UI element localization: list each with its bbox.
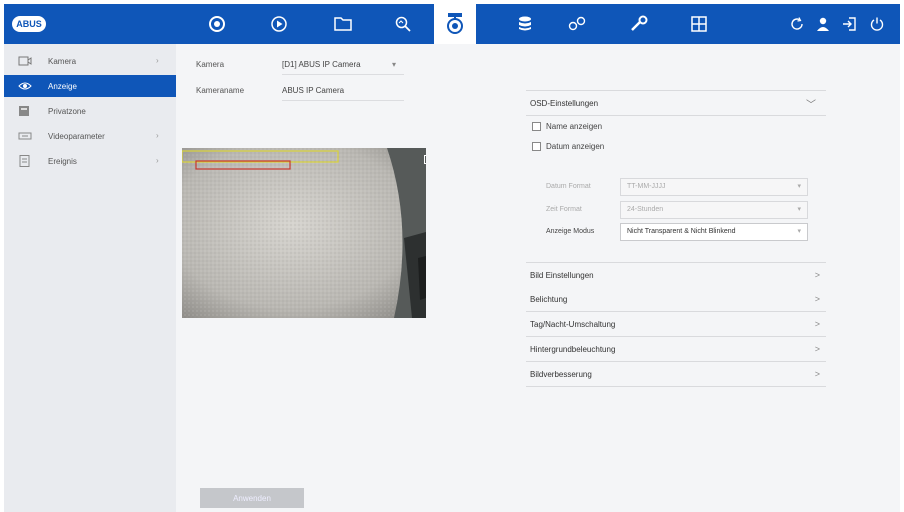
camera-name-label: Kameraname [196, 86, 245, 95]
maintenance-icon[interactable] [618, 4, 660, 44]
section-exposure[interactable]: Belichtung > [526, 287, 826, 312]
time-format-label: Zeit Format [546, 206, 582, 213]
playback-icon[interactable] [258, 4, 300, 44]
sidebar-item-label: Videoparameter [48, 132, 105, 141]
camera-name-input[interactable]: ABUS IP Camera [282, 80, 404, 101]
storage-icon[interactable] [504, 4, 546, 44]
sidebar-item-kamera[interactable]: Kamera › [4, 50, 176, 72]
logout-icon[interactable] [836, 4, 862, 44]
chevron-down-icon: ▾ [797, 228, 801, 235]
time-format-select[interactable]: 24-Stunden ▾ [620, 201, 808, 219]
camera-select-value: [D1] ABUS IP Camera [282, 60, 361, 69]
snapshot-icon[interactable] [424, 154, 426, 164]
chevron-right-icon: › [156, 131, 159, 140]
section-day-night[interactable]: Tag/Nacht-Umschaltung > [526, 312, 826, 337]
sidebar: Kamera › Anzeige Privatzone Videoparamet… [4, 44, 176, 512]
time-format-value: 24-Stunden [627, 206, 664, 213]
chevron-right-icon: › [156, 156, 159, 165]
chevron-right-icon: > [814, 270, 820, 280]
date-format-value: TT-MM-JJJJ [627, 183, 666, 190]
sidebar-item-label: Ereignis [48, 157, 77, 166]
camera-icon [18, 56, 32, 66]
chevron-right-icon: › [156, 56, 159, 65]
chevron-down-icon: ▾ [797, 206, 801, 213]
chevron-right-icon: > [814, 344, 820, 354]
section-label: Belichtung [530, 295, 568, 304]
privacy-zone-icon [19, 106, 29, 116]
section-backlight[interactable]: Hintergrundbeleuchtung > [526, 337, 826, 362]
camera-select[interactable]: [D1] ABUS IP Camera ▾ [282, 54, 404, 75]
chevron-right-icon: > [814, 294, 820, 304]
sidebar-item-label: Kamera [48, 57, 77, 66]
system-settings-icon[interactable] [556, 4, 598, 44]
show-name-label: Name anzeigen [546, 122, 603, 131]
section-label: Tag/Nacht-Umschaltung [530, 320, 616, 329]
camera-label: Kamera [196, 60, 225, 69]
video-params-icon [18, 132, 32, 140]
sidebar-item-videoparameter[interactable]: Videoparameter › [4, 125, 176, 147]
eye-icon [18, 82, 32, 90]
camera-settings-icon[interactable] [196, 4, 238, 44]
chevron-down-icon: ▾ [797, 183, 801, 190]
display-mode-label: Anzeige Modus [546, 228, 595, 235]
power-icon[interactable] [862, 4, 892, 44]
apply-button[interactable]: Anwenden [200, 488, 304, 508]
date-format-label: Datum Format [546, 183, 591, 190]
event-icon [19, 155, 30, 167]
sidebar-item-label: Privatzone [48, 107, 86, 116]
show-name-checkbox[interactable] [532, 122, 541, 131]
refresh-icon[interactable] [784, 4, 810, 44]
chevron-down-icon: ﹀ [806, 100, 816, 111]
search-icon[interactable] [382, 4, 424, 44]
section-label: Hintergrundbeleuchtung [530, 345, 616, 354]
sidebar-item-label: Anzeige [48, 82, 77, 91]
section-image-enhancement[interactable]: Bildverbesserung > [526, 362, 826, 387]
show-date-label: Datum anzeigen [546, 142, 605, 151]
display-mode-select[interactable]: Nicht Transparent & Nicht Blinkend ▾ [620, 223, 808, 241]
chevron-down-icon: ▾ [392, 60, 397, 69]
main-content: Kamera [D1] ABUS IP Camera ▾ Kameraname … [176, 44, 900, 512]
folder-icon[interactable] [322, 4, 364, 44]
section-label: Bild Einstellungen [530, 271, 594, 280]
chevron-right-icon: > [814, 319, 820, 329]
date-format-select[interactable]: TT-MM-JJJJ ▾ [620, 178, 808, 196]
display-mode-value: Nicht Transparent & Nicht Blinkend [627, 228, 736, 235]
abus-logo: ABUS [12, 16, 46, 32]
section-image-settings[interactable]: Bild Einstellungen > [526, 262, 826, 288]
top-navigation-bar: ABUS [4, 4, 900, 44]
sidebar-item-privatzone[interactable]: Privatzone [4, 100, 176, 122]
osd-settings-header[interactable]: OSD-Einstellungen ﹀ [526, 90, 826, 116]
sidebar-item-ereignis[interactable]: Ereignis › [4, 150, 176, 172]
section-label: Bildverbesserung [530, 370, 592, 379]
osd-settings-title: OSD-Einstellungen [530, 99, 599, 108]
layout-icon[interactable] [678, 4, 720, 44]
show-date-checkbox[interactable] [532, 142, 541, 151]
camera-preview[interactable] [182, 148, 426, 318]
sidebar-item-anzeige[interactable]: Anzeige [4, 75, 176, 97]
chevron-right-icon: > [814, 369, 820, 379]
camera-preview-image [182, 148, 426, 318]
user-icon[interactable] [810, 4, 836, 44]
webcam-icon[interactable] [434, 4, 476, 44]
camera-name-value: ABUS IP Camera [282, 86, 345, 95]
